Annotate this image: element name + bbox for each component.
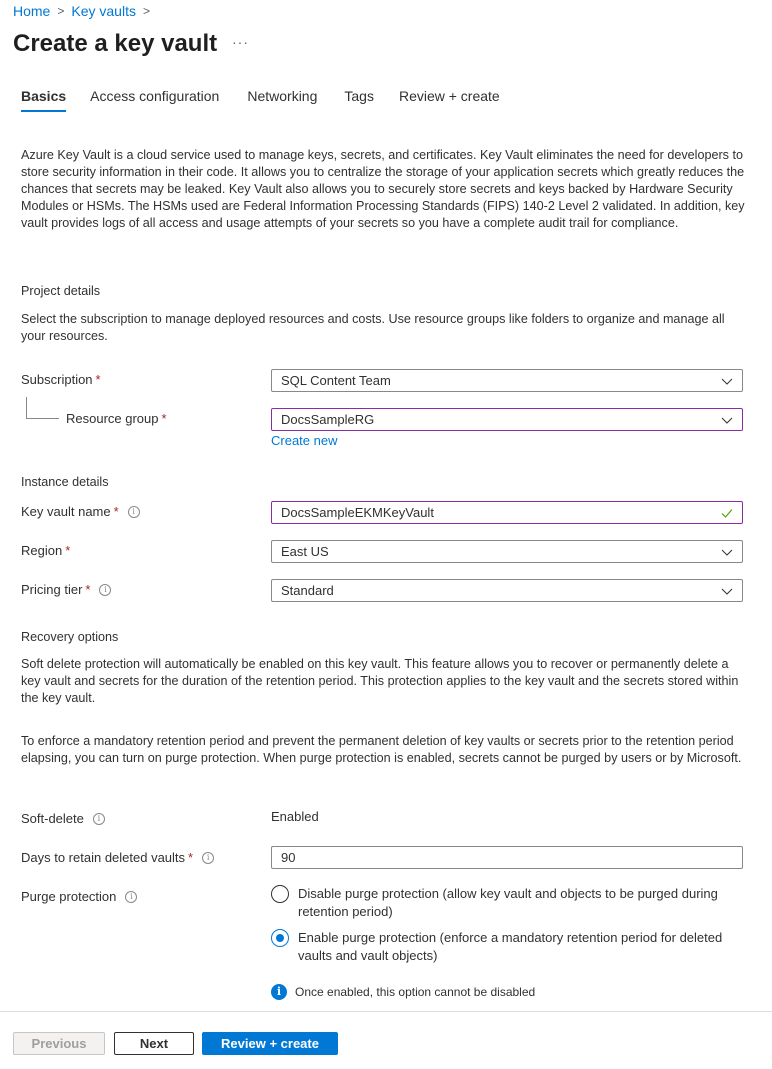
info-filled-icon: i — [271, 984, 287, 1000]
purge-option-enable-label: Enable purge protection (enforce a manda… — [298, 930, 723, 963]
purge-note-text: Once enabled, this option cannot be disa… — [295, 985, 536, 999]
resource-group-dropdown[interactable]: DocsSampleRG — [271, 408, 743, 431]
pricing-tier-label: Pricing tier * i — [21, 582, 112, 597]
pricing-tier-value: Standard — [281, 583, 334, 598]
required-marker: * — [188, 850, 194, 865]
soft-delete-label-text: Soft-delete — [21, 811, 84, 826]
days-retain-value: 90 — [281, 850, 296, 865]
chevron-down-icon — [721, 588, 733, 595]
next-button[interactable]: Next — [114, 1032, 194, 1055]
required-marker: * — [85, 582, 91, 597]
chevron-right-icon: > — [142, 4, 150, 18]
more-options-icon[interactable]: ··· — [232, 34, 249, 50]
resource-group-label: Resource group * — [66, 411, 167, 426]
required-marker: * — [113, 504, 119, 519]
subscription-label: Subscription * — [21, 372, 101, 387]
radio-disable-purge[interactable] — [271, 885, 289, 903]
chevron-down-icon — [721, 549, 733, 556]
tab-tags[interactable]: Tags — [344, 88, 374, 112]
info-icon[interactable]: i — [99, 583, 112, 596]
page-title: Create a key vault — [13, 30, 218, 57]
key-vault-name-label: Key vault name * i — [21, 504, 140, 519]
chevron-down-icon — [721, 378, 733, 385]
review-create-button[interactable]: Review + create — [202, 1032, 338, 1055]
checkmark-icon — [721, 508, 733, 518]
info-icon[interactable]: i — [202, 851, 215, 864]
required-marker: * — [161, 411, 167, 426]
purge-note: i Once enabled, this option cannot be di… — [271, 984, 535, 1000]
tab-access-configuration[interactable]: Access configuration — [90, 88, 219, 112]
footer-divider — [0, 1011, 772, 1012]
tab-list: Basics Access configuration Networking T… — [21, 88, 500, 112]
key-vault-name-label-text: Key vault name — [21, 504, 111, 519]
tab-basics[interactable]: Basics — [21, 88, 67, 112]
chevron-down-icon — [721, 417, 733, 424]
region-label: Region * — [21, 543, 70, 558]
key-vault-name-input[interactable]: DocsSampleEKMKeyVault — [271, 501, 743, 524]
breadcrumb-key-vaults[interactable]: Key vaults — [71, 3, 136, 19]
radio-enable-purge[interactable] — [271, 929, 289, 947]
days-retain-label: Days to retain deleted vaults * i — [21, 850, 215, 865]
resource-group-label-text: Resource group — [66, 411, 159, 426]
info-icon[interactable]: i — [127, 505, 140, 518]
info-icon[interactable]: i — [125, 890, 138, 903]
breadcrumb-home[interactable]: Home — [13, 3, 50, 19]
required-marker: * — [95, 372, 101, 387]
project-details-description: Select the subscription to manage deploy… — [21, 312, 725, 343]
days-retain-label-text: Days to retain deleted vaults — [21, 850, 186, 865]
key-vault-name-value: DocsSampleEKMKeyVault — [281, 505, 434, 520]
purge-option-disable[interactable]: Disable purge protection (allow key vaul… — [271, 885, 741, 921]
breadcrumb: Home > Key vaults > — [13, 3, 157, 19]
subscription-value: SQL Content Team — [281, 373, 391, 388]
pricing-tier-dropdown[interactable]: Standard — [271, 579, 743, 602]
tab-networking[interactable]: Networking — [247, 88, 317, 112]
region-label-text: Region — [21, 543, 63, 558]
recovery-options-heading: Recovery options — [21, 630, 119, 644]
create-new-link[interactable]: Create new — [271, 433, 337, 448]
project-details-heading: Project details — [21, 284, 101, 298]
purge-protection-label: Purge protection i — [21, 889, 138, 904]
purge-option-enable[interactable]: Enable purge protection (enforce a manda… — [271, 929, 741, 965]
previous-button[interactable]: Previous — [13, 1032, 105, 1055]
resource-group-value: DocsSampleRG — [281, 412, 375, 427]
purge-protection-label-text: Purge protection — [21, 889, 117, 904]
pricing-tier-label-text: Pricing tier — [21, 582, 83, 597]
required-marker: * — [65, 543, 71, 558]
days-retain-input[interactable]: 90 — [271, 846, 743, 869]
subscription-dropdown[interactable]: SQL Content Team — [271, 369, 743, 392]
soft-delete-label: Soft-delete i — [21, 811, 105, 826]
purge-protection-description: To enforce a mandatory retention period … — [21, 734, 742, 765]
tree-connector — [26, 397, 59, 419]
region-dropdown[interactable]: East US — [271, 540, 743, 563]
subscription-label-text: Subscription — [21, 372, 93, 387]
instance-details-heading: Instance details — [21, 475, 109, 489]
tab-review-create[interactable]: Review + create — [399, 88, 500, 112]
soft-delete-description: Soft delete protection will automaticall… — [21, 657, 739, 705]
intro-text: Azure Key Vault is a cloud service used … — [21, 148, 745, 230]
info-icon[interactable]: i — [92, 812, 105, 825]
soft-delete-value: Enabled — [271, 809, 319, 824]
region-value: East US — [281, 544, 329, 559]
purge-option-disable-label: Disable purge protection (allow key vaul… — [298, 886, 718, 919]
chevron-right-icon: > — [57, 4, 65, 18]
